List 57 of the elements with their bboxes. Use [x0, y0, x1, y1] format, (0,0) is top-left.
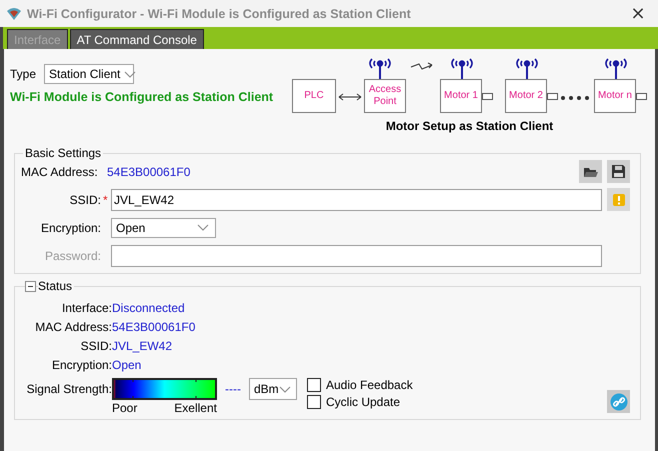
checkbox[interactable]: Cyclic Update	[306, 395, 413, 409]
open-folder-button[interactable]	[579, 160, 602, 183]
double-arrow	[338, 93, 362, 101]
link-icon	[610, 392, 628, 410]
type-dropdown[interactable]: Station Client	[44, 64, 134, 84]
field-label: SSID:	[68, 192, 101, 206]
scale-label: Poor	[112, 401, 138, 415]
status-label: SSID:	[80, 338, 112, 352]
antenna-icon	[367, 57, 393, 79]
diagram-node: Access Point	[364, 79, 406, 113]
antenna-icon	[602, 57, 628, 79]
diagram-node: Motor 1	[440, 79, 482, 113]
window-title: Wi-Fi Configurator - Wi-Fi Module is Configured as Station Client	[27, 6, 412, 20]
status-value: JVL_EW42	[112, 338, 172, 352]
chevron-icon	[278, 386, 291, 392]
connector-icon	[636, 92, 647, 100]
required-mark: *	[103, 192, 109, 206]
status-value: 54E3B00061F0	[112, 320, 196, 334]
chevron-icon	[124, 70, 136, 78]
status-label: Encryption:	[50, 358, 112, 372]
status-label: Interface:	[60, 300, 112, 314]
antenna-icon	[514, 57, 540, 79]
connector-icon	[547, 92, 558, 100]
group-title: Basic Settings	[23, 146, 104, 160]
status-label: Signal Strength:	[26, 382, 112, 396]
ssid-field[interactable]: JVL_EW42	[111, 188, 602, 210]
app-icon	[6, 6, 22, 20]
field-label: MAC Address:	[21, 164, 99, 178]
warning-icon	[612, 192, 626, 206]
status-value: Disconnected	[112, 300, 185, 314]
diagram-caption: Motor Setup as Station Client	[386, 119, 554, 133]
encryption-dropdown[interactable]: Open	[111, 218, 216, 238]
collapse-icon[interactable]	[25, 280, 36, 292]
link-button[interactable]	[607, 390, 630, 413]
checkbox[interactable]: Audio Feedback	[306, 378, 413, 392]
chevron-icon	[197, 224, 209, 231]
save-button[interactable]	[607, 160, 630, 183]
field-label: Password:	[44, 248, 101, 262]
group-title: Status	[38, 279, 74, 293]
diagram-node: Motor 2	[505, 79, 547, 113]
mac-address-value: 54E3B00061F0	[107, 164, 190, 178]
password-field[interactable]	[111, 244, 602, 266]
status-message: Wi-Fi Module is Configured as Station Client	[10, 90, 274, 104]
signal-reading: ----	[225, 382, 241, 396]
tab[interactable]: AT Command Console	[70, 29, 204, 49]
field-label: Encryption:	[40, 220, 101, 234]
unit-dropdown[interactable]: dBm	[248, 378, 297, 400]
diagram-node: Motor n	[594, 79, 636, 113]
scale-label: Exellent	[174, 401, 217, 415]
type-label: Type	[10, 67, 36, 81]
antenna-icon	[448, 57, 474, 79]
status-value: Open	[112, 358, 142, 372]
diagram-node: PLC	[292, 79, 336, 113]
dots-icon	[560, 95, 592, 101]
close-button[interactable]: ×	[618, 3, 658, 24]
status-label: MAC Address:	[34, 320, 112, 334]
connector-icon	[482, 92, 493, 100]
